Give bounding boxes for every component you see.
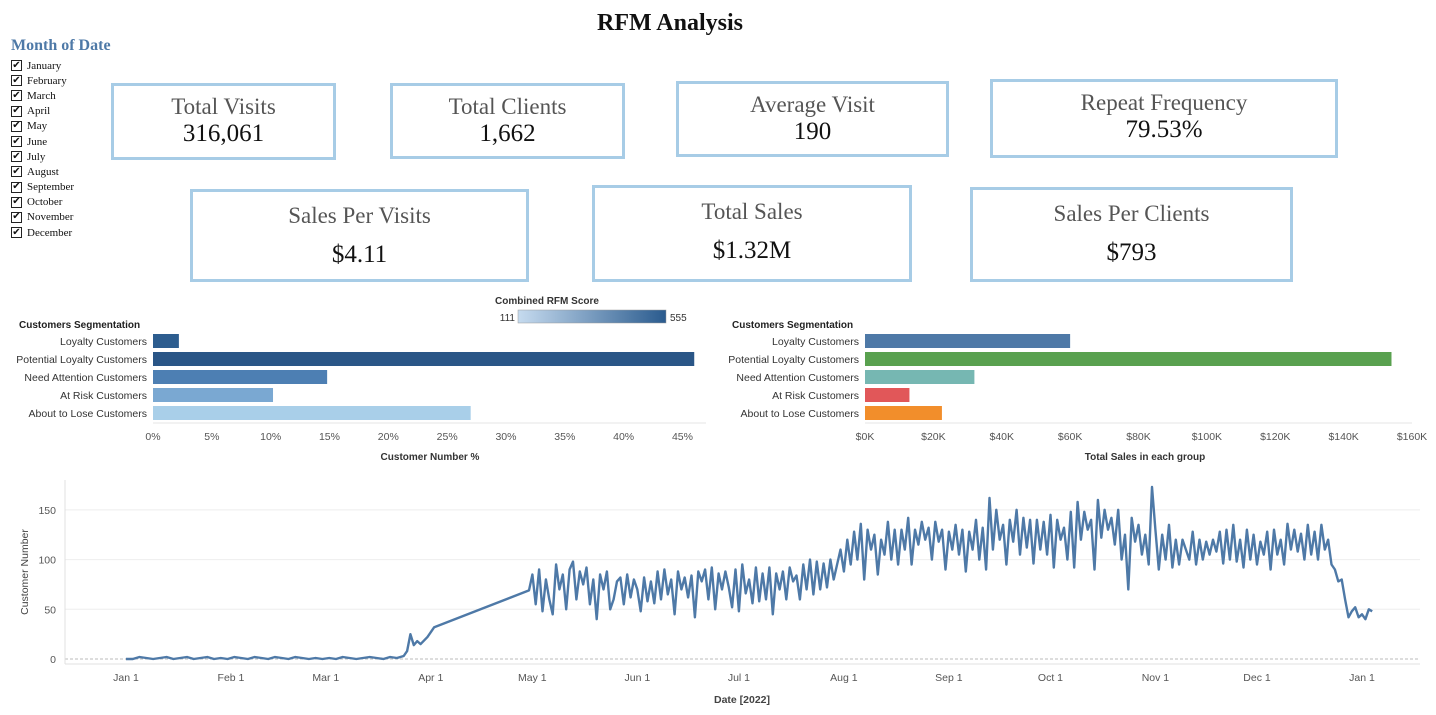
x-axis-title: Date [2022] (714, 694, 770, 706)
category-label: About to Lose Customers (29, 408, 147, 420)
x-tick-label: Nov 1 (1142, 672, 1170, 684)
x-tick-label: $40K (989, 431, 1014, 443)
bar-3 (153, 388, 274, 402)
chart-title: Customers Segmentation (732, 320, 853, 331)
x-tick-label: $0K (856, 431, 875, 443)
x-tick-label: Jan 1 (113, 672, 139, 684)
category-label: Need Attention Customers (24, 372, 147, 384)
chart-title: Customers Segmentation (19, 320, 140, 331)
x-tick-label: Sep 1 (935, 672, 963, 684)
y-axis-title: Customer Number (19, 529, 31, 615)
x-tick-label: 25% (437, 431, 458, 443)
x-tick-label: $160K (1397, 431, 1427, 443)
bar-0 (865, 334, 1071, 348)
x-tick-label: $20K (921, 431, 946, 443)
x-tick-label: 40% (613, 431, 634, 443)
x-tick-label: 20% (378, 431, 399, 443)
legend-gradient (517, 309, 667, 324)
y-tick-label: 150 (38, 505, 56, 517)
category-label: Loyalty Customers (60, 336, 147, 348)
x-tick-label: Jul 1 (728, 672, 750, 684)
category-label: Loyalty Customers (772, 336, 859, 348)
x-tick-label: Mar 1 (312, 672, 339, 684)
bar-3 (865, 388, 910, 402)
x-tick-label: 35% (554, 431, 575, 443)
x-tick-label: 5% (204, 431, 219, 443)
category-label: Need Attention Customers (736, 372, 859, 384)
x-tick-label: Oct 1 (1038, 672, 1063, 684)
y-tick-label: 100 (38, 555, 56, 567)
charts-svg: Combined RFM Score 111 555 Customers Segmen… (16, 296, 1427, 706)
x-tick-label: $140K (1328, 431, 1358, 443)
bar-2 (865, 370, 975, 384)
x-tick-label: 15% (319, 431, 340, 443)
x-tick-label: 30% (495, 431, 516, 443)
y-tick-label: 50 (44, 604, 56, 616)
x-tick-label: Jun 1 (624, 672, 650, 684)
category-label: About to Lose Customers (741, 408, 859, 420)
x-tick-label: $100K (1192, 431, 1222, 443)
x-axis-title: Total Sales in each group (1085, 452, 1205, 463)
x-tick-label: Dec 1 (1243, 672, 1271, 684)
legend-max-label: 555 (670, 313, 687, 324)
x-tick-label: 0% (145, 431, 160, 443)
x-tick-label: May 1 (518, 672, 547, 684)
bar-4 (865, 406, 942, 420)
category-label: At Risk Customers (772, 390, 859, 402)
bar-1 (153, 352, 695, 366)
legend-min-label: 111 (500, 313, 516, 324)
category-label: At Risk Customers (60, 390, 147, 402)
x-tick-label: Jan 1 (1349, 672, 1375, 684)
x-tick-label: Feb 1 (218, 672, 245, 684)
x-tick-label: $60K (1058, 431, 1083, 443)
legend-title: Combined RFM Score (495, 296, 599, 307)
bar-0 (153, 334, 179, 348)
category-label: Potential Loyalty Customers (16, 354, 147, 366)
bar-4 (153, 406, 471, 420)
x-tick-label: $120K (1260, 431, 1290, 443)
bar-2 (153, 370, 328, 384)
x-tick-label: $80K (1126, 431, 1151, 443)
x-axis-title: Customer Number % (381, 452, 480, 463)
category-label: Potential Loyalty Customers (728, 354, 859, 366)
x-tick-label: 45% (672, 431, 693, 443)
x-tick-label: Aug 1 (830, 672, 858, 684)
x-tick-label: 10% (260, 431, 281, 443)
y-tick-label: 0 (50, 654, 56, 666)
x-tick-label: Apr 1 (418, 672, 443, 684)
bar-1 (865, 352, 1392, 366)
series-line-customer-number (126, 485, 1373, 661)
